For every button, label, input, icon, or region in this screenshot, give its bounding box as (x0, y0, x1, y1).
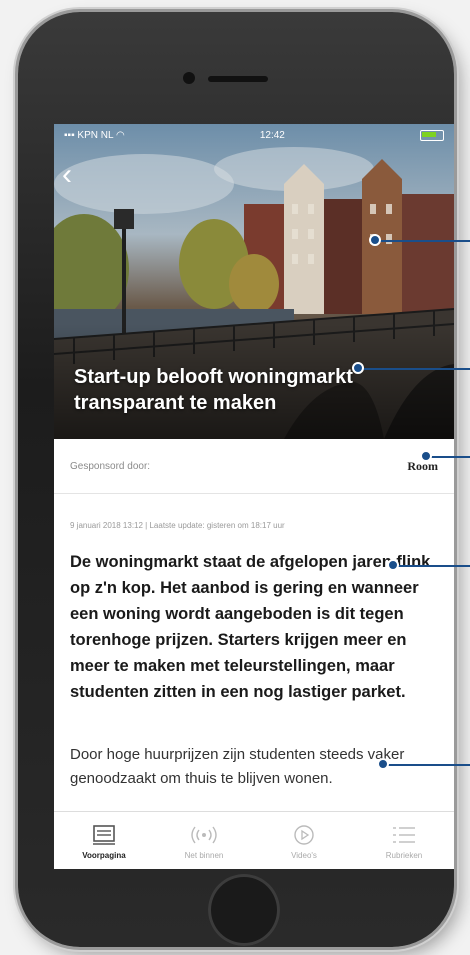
callout-dot-sponsor (420, 450, 432, 462)
hero-image: ▪▪▪ KPN NL ◠ 12:42 ‹ Start-up belooft wo… (54, 124, 454, 439)
callout-line-title (358, 368, 470, 370)
home-button[interactable] (208, 874, 280, 946)
back-button[interactable]: ‹ (62, 160, 88, 190)
signal-icon: ▪▪▪ (64, 129, 75, 141)
tab-label: Voorpagina (82, 850, 126, 860)
clock: 12:42 (259, 129, 285, 141)
earpiece-speaker (208, 76, 268, 82)
list-icon (392, 823, 416, 847)
callout-dot-lead (387, 559, 399, 571)
article-dateline: 9 januari 2018 13:12 | Laatste update: g… (70, 521, 285, 530)
wifi-icon: ◠ (115, 129, 125, 141)
tab-label: Rubrieken (385, 850, 423, 860)
tab-bar: Voorpagina Net binnen Video's Rubrieken (54, 811, 454, 869)
battery-icon (419, 129, 444, 141)
front-camera (183, 72, 195, 84)
tab-label: Video's (291, 850, 317, 860)
callout-line-lead (393, 565, 470, 567)
app-screen: ▪▪▪ KPN NL ◠ 12:42 ‹ Start-up belooft wo… (54, 124, 454, 869)
carrier-name: KPN NL (77, 129, 114, 141)
callout-dot-title (352, 362, 364, 374)
phone-frame: ▪▪▪ KPN NL ◠ 12:42 ‹ Start-up belooft wo… (18, 12, 454, 947)
carrier-signal: ▪▪▪ KPN NL ◠ (64, 130, 125, 141)
tab-label: Net binnen (184, 850, 224, 860)
tab-rubrieken[interactable]: Rubrieken (354, 812, 454, 869)
callout-line-image (375, 240, 470, 242)
tab-videos[interactable]: Video's (254, 812, 354, 869)
tab-voorpagina[interactable]: Voorpagina (54, 812, 154, 869)
status-bar: ▪▪▪ KPN NL ◠ 12:42 (54, 124, 454, 146)
callout-dot-image (369, 234, 381, 246)
newspaper-icon (93, 823, 115, 847)
article-title: Start-up belooft woningmarkt transparant… (74, 366, 353, 414)
callout-dot-body (377, 758, 389, 770)
play-icon (293, 823, 315, 847)
broadcast-icon (190, 823, 218, 847)
sponsor-bar: Gesponsord door: Room (54, 439, 454, 494)
callout-line-body (383, 764, 470, 766)
article-lead: De woningmarkt staat de afgelopen jaren … (70, 553, 431, 701)
sponsor-label: Gesponsord door: (70, 460, 151, 472)
callout-line-sponsor (426, 456, 470, 458)
tab-net-binnen[interactable]: Net binnen (154, 812, 254, 869)
chevron-left-icon: ‹ (62, 158, 72, 191)
